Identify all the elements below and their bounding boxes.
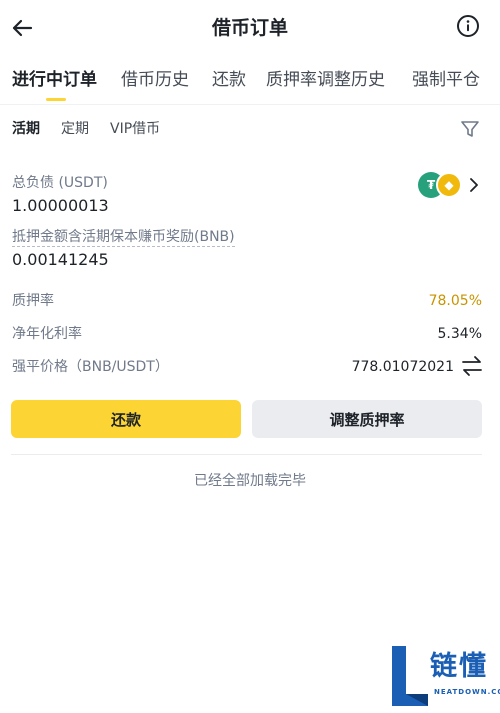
tab-liquidation[interactable]: 强制平仓 [412, 68, 480, 92]
subtab-fixed[interactable]: 定期 [61, 118, 89, 140]
end-of-list-text: 已经全部加载完毕 [194, 473, 306, 489]
tab-ltv-adjust-history[interactable]: 质押率调整历史 [266, 68, 385, 92]
top-bar: 借币订单 [0, 0, 500, 56]
watermark-logo: 链懂 NEATDOWN.COM [388, 644, 500, 708]
adjust-ltv-button[interactable]: 调整质押率 [252, 400, 482, 438]
coin-pair[interactable]: ₮ ◆ [418, 172, 488, 200]
subtab-vip-loan[interactable]: VIP借币 [110, 118, 160, 140]
liquidation-price-label: 强平价格（BNB/USDT） [12, 359, 169, 375]
list-divider [11, 454, 482, 455]
page-title: 借币订单 [211, 17, 288, 39]
info-icon [457, 15, 479, 37]
total-debt-value: 1.00000013 [12, 196, 109, 215]
watermark-subtext: NEATDOWN.COM [434, 688, 500, 696]
info-button[interactable] [456, 14, 480, 38]
watermark-l-icon [392, 646, 428, 706]
tabs-divider [0, 104, 500, 105]
order-tabs: 进行中订单 借币历史 还款 质押率调整历史 强制平仓 [0, 62, 500, 102]
net-apr-label: 净年化利率 [12, 326, 82, 342]
tab-active-orders[interactable]: 进行中订单 [12, 68, 97, 92]
repay-button[interactable]: 还款 [11, 400, 241, 438]
chevron-right-icon [470, 178, 478, 192]
watermark-text: 链懂 [430, 651, 488, 682]
subtab-flexible[interactable]: 活期 [12, 118, 40, 140]
tab-borrow-history[interactable]: 借币历史 [121, 68, 189, 92]
bnb-coin-icon: ◆ [436, 172, 462, 198]
collateral-amount-value: 0.00141245 [12, 250, 109, 269]
filter-button[interactable] [460, 119, 480, 139]
swap-arrows-icon [462, 356, 482, 376]
liquidation-price-value: 778.01072021 [351, 359, 454, 375]
ltv-label: 质押率 [12, 293, 54, 309]
active-tab-indicator [46, 98, 66, 101]
loan-type-tabs: 活期 定期 VIP借币 [0, 116, 500, 142]
filter-icon [461, 121, 479, 137]
total-debt-label: 总负债 (USDT) [12, 175, 108, 191]
collateral-amount-label[interactable]: 抵押金额含活期保本赚币奖励(BNB) [12, 228, 235, 247]
ltv-value: 78.05% [428, 293, 482, 309]
net-apr-value: 5.34% [437, 326, 482, 342]
tab-repayment[interactable]: 还款 [212, 68, 246, 92]
swap-pair-button[interactable] [460, 355, 484, 377]
